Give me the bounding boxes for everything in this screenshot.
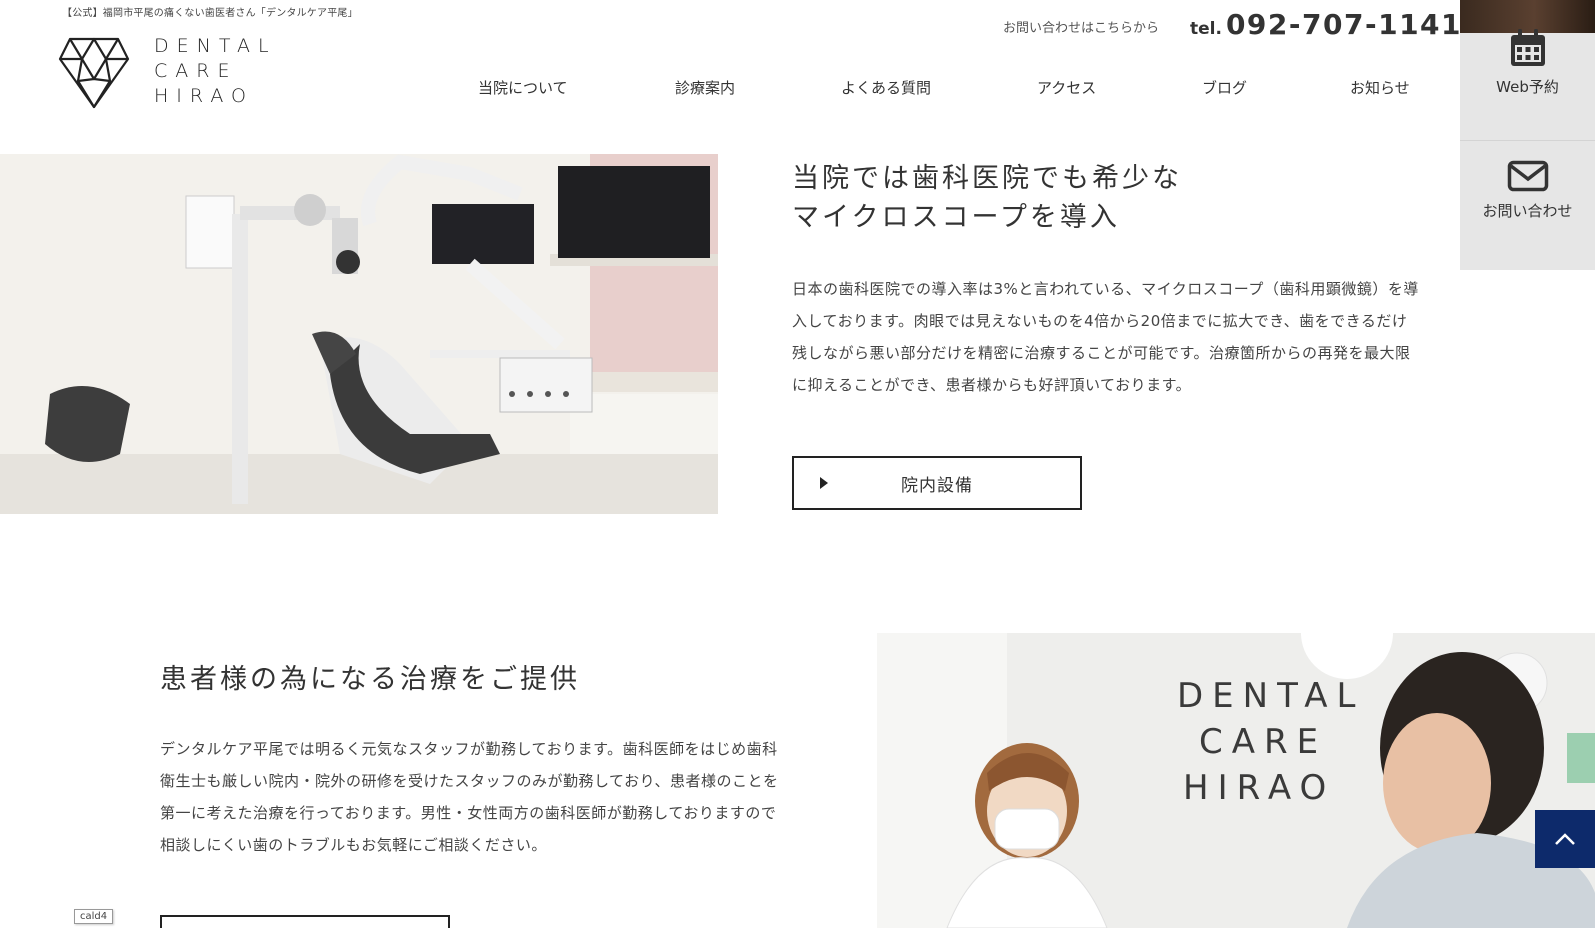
phone-number-link[interactable]: tel. 092-707-1141 — [1190, 8, 1462, 41]
arrow-right-icon — [820, 477, 828, 489]
section2-body-line: 第一に考えた治療を行っております。男性・女性両方の歯科医師が勤務しておりますので — [160, 804, 777, 822]
treatment-room-photo — [0, 154, 718, 514]
contact-button[interactable]: お問い合わせ — [1460, 160, 1595, 270]
side-divider — [1460, 140, 1595, 141]
reception-staff-photo: DENTAL CARE HIRAO — [877, 633, 1595, 928]
facilities-button[interactable]: 院内設備 — [792, 456, 1082, 510]
sign-line: HIRAO — [1183, 768, 1335, 808]
treatment-room-illustration — [0, 154, 718, 514]
reception-illustration: DENTAL CARE HIRAO — [877, 633, 1595, 928]
contact-label: お問い合わせ — [1482, 202, 1573, 220]
section1-body-line: 入しております。肉眼では見えないものを4倍から20倍までに拡大でき、歯をできるだ… — [792, 312, 1408, 330]
sign-line: DENTAL — [1177, 676, 1364, 716]
section1-body-line: 日本の歯科医院での導入率は3%と言われている、マイクロスコープ（歯科用顕微鏡）を… — [792, 280, 1419, 298]
section2-body-line: 相談しにくい歯のトラブルもお気軽にご相談ください。 — [160, 836, 547, 854]
logo-line: DENTAL — [154, 35, 277, 57]
section1-title: 当院では歯科医院でも希少な マイクロスコープを導入 — [792, 159, 1182, 237]
scroll-to-top-button[interactable] — [1535, 810, 1595, 868]
contact-prompt: お問い合わせはこちらから — [1003, 21, 1160, 36]
tel-number: 092-707-1141 — [1225, 8, 1463, 41]
calendar-icon — [1510, 29, 1545, 66]
debug-label: cald4 — [74, 909, 114, 924]
nav-item-about[interactable]: 当院について — [478, 77, 568, 98]
section1-body-line: に抑えることができ、患者様からも好評頂いております。 — [792, 376, 1192, 394]
global-nav: 当院について 診療案内 よくある質問 アクセス ブログ お知らせ — [0, 77, 1420, 101]
section2-body: デンタルケア平尾では明るく元気なスタッフが勤務しております。歯科医師をはじめ歯科… — [160, 733, 820, 861]
tel-prefix: tel. — [1190, 19, 1222, 39]
site-tagline: 【公式】福岡市平尾の痛くない歯医者さん「デンタルケア平尾」 — [62, 8, 358, 19]
facilities-button-label: 院内設備 — [901, 475, 973, 496]
nav-item-access[interactable]: アクセス — [1037, 77, 1096, 98]
section1-body-line: 残しながら悪い部分だけを精密に治療することが可能です。治療箇所からの再発を最大限 — [792, 344, 1411, 362]
nav-item-faq[interactable]: よくある質問 — [841, 77, 931, 98]
section1-title-line: マイクロスコープを導入 — [792, 202, 1120, 233]
section2-title: 患者様の為になる治療をご提供 — [160, 664, 580, 695]
nav-item-blog[interactable]: ブログ — [1202, 77, 1247, 98]
sign-line: CARE — [1199, 722, 1327, 762]
web-reserve-label: Web予約 — [1496, 78, 1559, 96]
nav-item-services[interactable]: 診療案内 — [675, 77, 735, 98]
section2-body-line: デンタルケア平尾では明るく元気なスタッフが勤務しております。歯科医師をはじめ歯科 — [160, 740, 778, 758]
nav-item-news[interactable]: お知らせ — [1350, 77, 1410, 98]
staff-button[interactable] — [160, 915, 450, 928]
web-reserve-button[interactable]: Web予約 — [1460, 28, 1595, 138]
section2-body-line: 衛生士も厳しい院内・院外の研修を受けたスタッフのみが勤務しており、患者様のことを — [160, 772, 779, 790]
section1-title-line: 当院では歯科医院でも希少な — [792, 163, 1182, 194]
section1-body: 日本の歯科医院での導入率は3%と言われている、マイクロスコープ（歯科用顕微鏡）を… — [792, 273, 1442, 401]
envelope-icon — [1507, 160, 1548, 192]
chevron-up-icon — [1555, 833, 1575, 845]
